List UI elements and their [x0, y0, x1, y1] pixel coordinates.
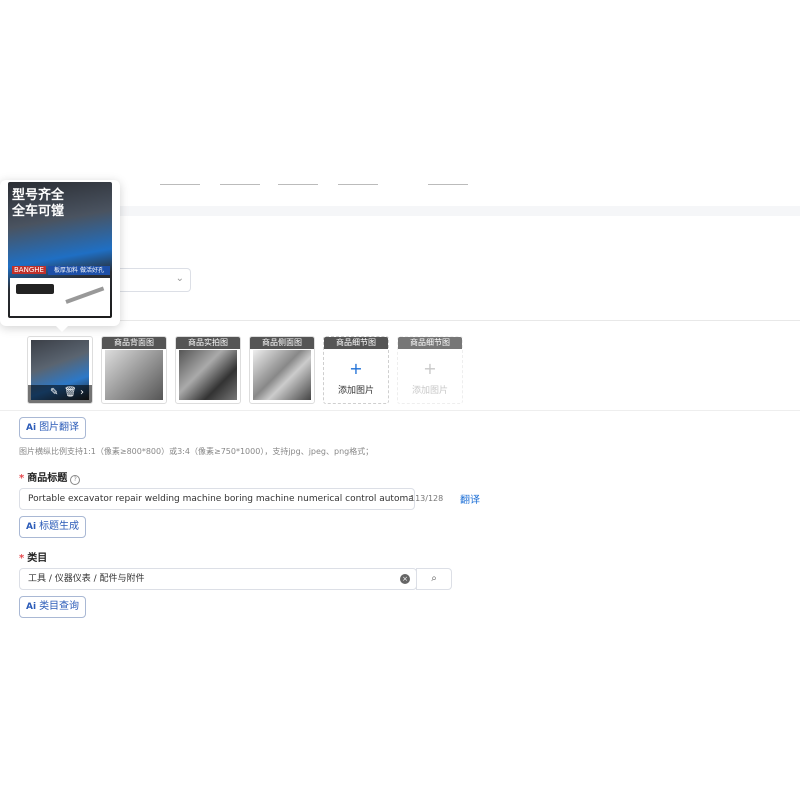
trash-icon[interactable]: 🗑 — [64, 387, 77, 398]
search-icon[interactable]: ⌕ — [416, 568, 452, 590]
title-generate-button[interactable]: Ai 标题生成 — [19, 516, 87, 538]
title-counter: 113/128 — [410, 494, 444, 503]
translate-link[interactable]: 翻译 — [460, 491, 480, 506]
image-preview-popup: 型号齐全 全车可镗 BANGHE 板厚加料 做活好孔 — [0, 180, 120, 332]
add-image-label: 添加图片 — [411, 386, 448, 396]
button-label: 类目查询 — [39, 601, 80, 612]
product-image — [253, 350, 311, 400]
category-input[interactable]: 工具 / 仪器仪表 / 配件与附件 — [19, 568, 417, 590]
help-icon[interactable]: ? — [70, 475, 81, 485]
chevron-right-icon[interactable]: › — [80, 387, 84, 398]
product-image — [179, 350, 237, 400]
button-label: 图片翻译 — [39, 422, 80, 433]
preview-image: 型号齐全 全车可镗 BANGHE 板厚加料 做活好孔 — [8, 182, 112, 318]
image-hint: 图片横纵比例支持1:1（像素≥800*800）或3:4（像素≥750*1000）… — [19, 447, 374, 456]
add-image-label: 添加图片 — [337, 386, 374, 396]
divider — [0, 410, 800, 411]
ai-icon: Ai — [26, 602, 37, 612]
tab-ghost[interactable] — [338, 174, 378, 185]
product-card — [10, 278, 110, 316]
tab-ghost[interactable] — [220, 174, 260, 185]
title-label: * 商品标题? — [19, 469, 81, 485]
slot-caption: 商品实拍图 — [176, 337, 240, 349]
section-divider — [120, 206, 800, 216]
promo-banner: 板厚加料 做活好孔 — [48, 266, 110, 275]
slot-caption: 商品侧面图 — [250, 337, 314, 349]
preview-headline: 全车可镗 — [12, 204, 65, 219]
clear-icon[interactable]: × — [400, 574, 410, 584]
tool-bar-image — [16, 284, 54, 294]
tool-image — [65, 286, 105, 304]
ai-icon: Ai — [26, 423, 37, 433]
label-text: 类目 — [27, 553, 48, 564]
chevron-down-icon: ⌄ — [175, 273, 184, 284]
image-slot-real[interactable]: 商品实拍图 — [175, 336, 241, 404]
required-mark: * — [19, 553, 25, 564]
tab-ghost[interactable] — [428, 174, 468, 185]
slot-caption: 商品背面图 — [102, 337, 166, 349]
category-query-button[interactable]: Ai 类目查询 — [19, 596, 87, 618]
tab-ghost[interactable] — [278, 174, 318, 185]
image-slot-add-disabled: 商品细节图 + 添加图片 — [397, 336, 463, 404]
popup-arrow — [56, 326, 68, 332]
image-slot-main[interactable]: ✎ 🗑 › — [27, 336, 93, 404]
plus-icon: + — [423, 359, 437, 378]
image-slot-add[interactable]: 商品细节图 + 添加图片 — [323, 336, 389, 404]
product-image — [105, 350, 163, 400]
title-input[interactable]: Portable excavator repair welding machin… — [19, 488, 415, 510]
image-actions-overlay: ✎ 🗑 › — [28, 385, 92, 403]
plus-icon: + — [349, 359, 363, 378]
divider — [120, 320, 800, 321]
ai-icon: Ai — [26, 522, 37, 532]
label-text: 商品标题 — [27, 473, 68, 484]
tab-ghost[interactable] — [160, 174, 200, 185]
button-label: 标题生成 — [39, 521, 80, 532]
edit-icon[interactable]: ✎ — [50, 387, 58, 398]
image-slot-side[interactable]: 商品侧面图 — [249, 336, 315, 404]
slot-caption: 商品细节图 — [398, 337, 462, 349]
slot-caption: 商品细节图 — [324, 337, 388, 349]
image-slot-back[interactable]: 商品背面图 — [101, 336, 167, 404]
brand-logo: BANGHE — [12, 266, 46, 274]
image-translate-button[interactable]: Ai 图片翻译 — [19, 417, 87, 439]
partial-select[interactable]: ⌄ — [120, 268, 191, 292]
category-label: * 类目 — [19, 549, 47, 564]
required-mark: * — [19, 473, 25, 484]
